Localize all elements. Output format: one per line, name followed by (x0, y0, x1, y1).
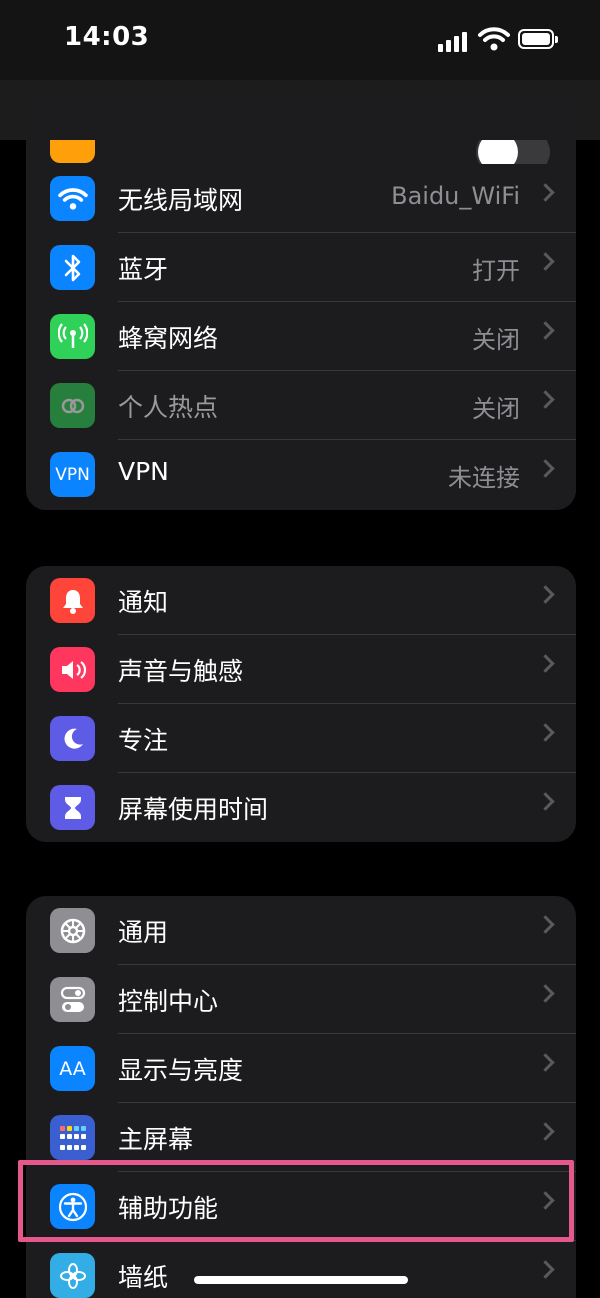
settings-row-value: 打开 (472, 257, 520, 285)
settings-row-value: 关闭 (472, 395, 520, 423)
settings-row-wallpaper[interactable]: 墙纸 (26, 1241, 576, 1298)
chevron-right-icon (536, 1260, 555, 1279)
aa-icon: AA (50, 1046, 95, 1091)
battery-icon (518, 29, 558, 49)
settings-row-label: VPN (118, 457, 169, 486)
home-indicator[interactable] (194, 1276, 408, 1284)
settings-row-personal-hotspot[interactable]: 个人热点 关闭 (26, 371, 576, 440)
settings-row-label: 主屏幕 (118, 1125, 194, 1154)
chevron-right-icon (536, 252, 555, 271)
wifi-icon (50, 176, 95, 221)
gear-icon (50, 908, 95, 953)
settings-row-value: 未连接 (448, 464, 520, 492)
chevron-right-icon (536, 723, 555, 742)
chevron-right-icon (536, 1122, 555, 1141)
settings-row-accessibility[interactable]: 辅助功能 (26, 1172, 576, 1241)
chevron-right-icon (536, 390, 555, 409)
chevron-right-icon (536, 1053, 555, 1072)
bell-icon (50, 578, 95, 623)
speaker-icon (50, 647, 95, 692)
settings-row-home-screen[interactable]: 主屏幕 (26, 1103, 576, 1172)
settings-row-label: 声音与触感 (118, 657, 244, 686)
cellular-icon (50, 314, 95, 359)
chevron-right-icon (536, 459, 555, 478)
chevron-right-icon (536, 654, 555, 673)
bluetooth-icon (50, 245, 95, 290)
settings-row-sounds-haptics[interactable]: 声音与触感 (26, 635, 576, 704)
toggles-icon (50, 977, 95, 1022)
general-settings-group: 通用 控制中心 AA 显示与亮度 主屏幕 辅助功能 墙纸 (26, 896, 576, 1298)
settings-row-cellular[interactable]: 蜂窝网络 关闭 (26, 302, 576, 371)
settings-row-control-center[interactable]: 控制中心 (26, 965, 576, 1034)
settings-row-label: 个人热点 (118, 393, 219, 422)
chevron-right-icon (536, 792, 555, 811)
hotspot-icon (50, 383, 95, 428)
settings-row-focus[interactable]: 专注 (26, 704, 576, 773)
chevron-right-icon (536, 183, 555, 202)
status-time: 14:03 (64, 22, 150, 52)
chevron-right-icon (536, 915, 555, 934)
accessibility-icon (50, 1184, 95, 1229)
toggle-knob (478, 140, 518, 164)
moon-icon (50, 716, 95, 761)
chevron-right-icon (536, 321, 555, 340)
settings-row-value: 关闭 (472, 326, 520, 354)
settings-row-label: 辅助功能 (118, 1194, 219, 1223)
wallpaper-icon (50, 1253, 95, 1298)
settings-row-label: 控制中心 (118, 987, 219, 1016)
settings-row-label: 通知 (118, 588, 169, 617)
notifications-settings-group: 通知 声音与触感 专注 屏幕使用时间 (26, 566, 576, 842)
cellular-signal-icon (438, 30, 470, 52)
hourglass-icon (50, 785, 95, 830)
settings-row-wifi[interactable]: 无线局域网 Baidu_WiFi (26, 164, 576, 233)
settings-row-bluetooth[interactable]: 蓝牙 打开 (26, 233, 576, 302)
status-bar: 14:03 (0, 0, 600, 80)
settings-row-label: 蜂窝网络 (118, 324, 219, 353)
network-settings-list: 无线局域网 Baidu_WiFi 蓝牙 打开 蜂窝网络 关闭 个人热点 关闭 V… (26, 164, 576, 510)
settings-row-label: 屏幕使用时间 (118, 795, 269, 824)
settings-row-screen-time[interactable]: 屏幕使用时间 (26, 773, 576, 842)
settings-row-label: 墙纸 (118, 1263, 169, 1292)
settings-row-label: 专注 (118, 726, 169, 755)
home-screen-icon (50, 1115, 95, 1160)
settings-row-airplane-mode-partial[interactable] (26, 140, 576, 164)
vpn-icon: VPN (50, 452, 95, 497)
settings-row-notifications[interactable]: 通知 (26, 566, 576, 635)
airplane-icon (50, 140, 95, 163)
wifi-status-icon (478, 27, 510, 51)
settings-row-value: Baidu_WiFi (391, 182, 520, 210)
chevron-right-icon (536, 984, 555, 1003)
airplane-mode-toggle[interactable] (476, 140, 550, 164)
chevron-right-icon (536, 1191, 555, 1210)
chevron-right-icon (536, 585, 555, 604)
settings-row-label: 蓝牙 (118, 255, 169, 284)
settings-row-label: 显示与亮度 (118, 1056, 244, 1085)
settings-row-label: 无线局域网 (118, 186, 244, 215)
settings-row-general[interactable]: 通用 (26, 896, 576, 965)
settings-row-label: 通用 (118, 918, 169, 947)
settings-row-display-brightness[interactable]: AA 显示与亮度 (26, 1034, 576, 1103)
settings-row-vpn[interactable]: VPN VPN 未连接 (26, 440, 576, 509)
